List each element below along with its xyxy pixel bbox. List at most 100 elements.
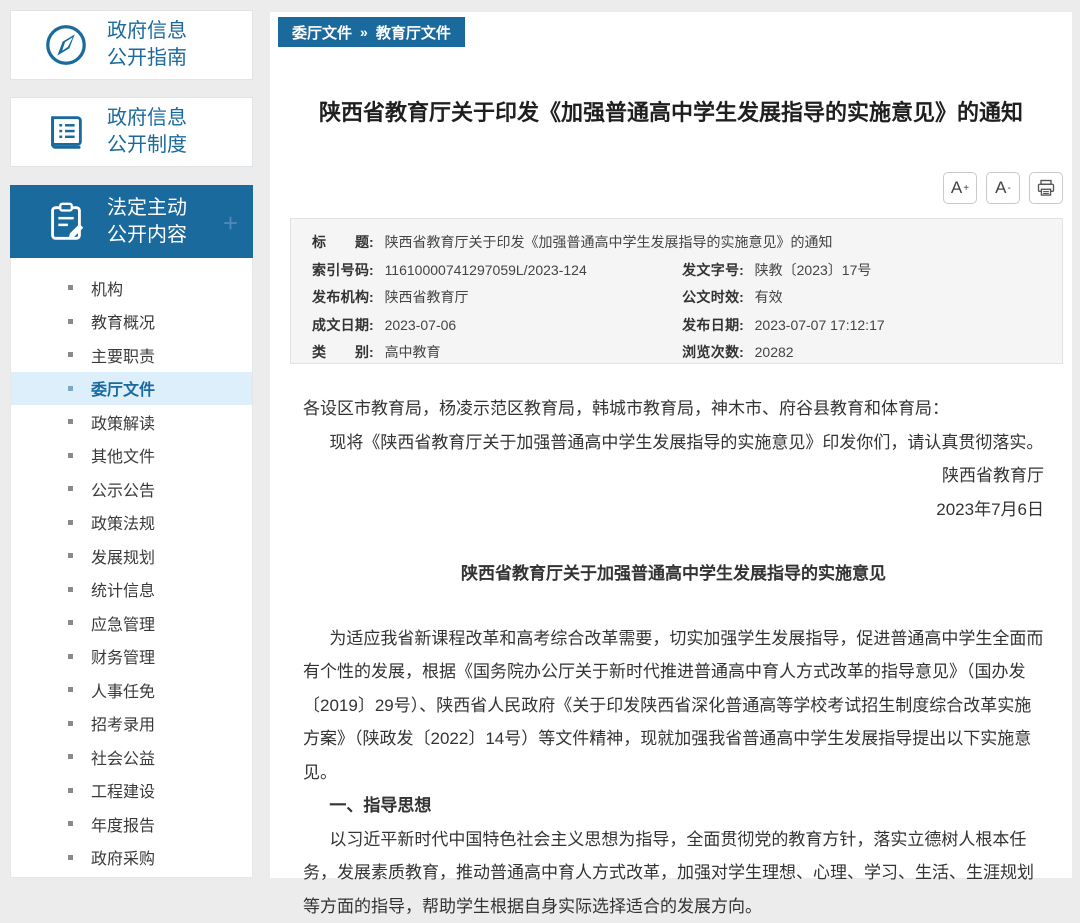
- sidebar-menu-item-label: 公示公告: [91, 477, 155, 501]
- square-bullet-icon: [68, 520, 73, 525]
- square-bullet-icon: [68, 620, 73, 625]
- print-button[interactable]: [1029, 172, 1063, 204]
- sidebar-menu-item[interactable]: 社会公益: [11, 740, 252, 774]
- sidebar-menu-item-label: 工程建设: [91, 778, 155, 802]
- sidebar-menu-item-label: 招考录用: [91, 711, 155, 735]
- sidebar-block-label-line2: 公开内容: [107, 224, 187, 246]
- sidebar-menu-item[interactable]: 发展规划: [11, 539, 252, 573]
- square-bullet-icon: [68, 453, 73, 458]
- meta-field-written-date: 成文日期: 2023-07-06: [291, 312, 661, 340]
- square-bullet-icon: [68, 285, 73, 290]
- meta-field-document-number: 发文字号: 陕教〔2023〕17号: [661, 257, 1062, 285]
- meta-field-publisher: 发布机构: 陕西省教育厅: [291, 284, 661, 312]
- section-1-heading: 一、指导思想: [303, 789, 1044, 823]
- square-bullet-icon: [68, 754, 73, 759]
- sidebar-menu-item[interactable]: 招考录用: [11, 707, 252, 741]
- meta-field-validity: 公文时效: 有效: [661, 284, 1062, 312]
- breadcrumb-separator: »: [360, 24, 368, 40]
- square-bullet-icon: [68, 654, 73, 659]
- meta-field-category: 类别: 高中教育: [291, 339, 661, 367]
- square-bullet-icon: [68, 821, 73, 826]
- meta-field-view-count: 浏览次数: 20282: [661, 339, 1062, 367]
- sidebar-block-gov-info-system[interactable]: 政府信息 公开制度: [10, 97, 253, 167]
- square-bullet-icon: [68, 352, 73, 357]
- sidebar-block-statutory-disclosure[interactable]: 法定主动 公开内容 +: [10, 185, 253, 258]
- sidebar-block-label-line1: 政府信息: [107, 20, 187, 42]
- sidebar-menu-item[interactable]: 机构: [11, 271, 252, 305]
- document-subtitle: 陕西省教育厅关于加强普通高中学生发展指导的实施意见: [303, 557, 1044, 591]
- meta-label: 标题: [312, 229, 369, 257]
- sidebar-menu-item-label: 主要职责: [91, 343, 155, 367]
- square-bullet-icon: [68, 319, 73, 324]
- intro-paragraph: 现将《陕西省教育厅关于加强普通高中学生发展指导的实施意见》印发你们，请认真贯彻落…: [303, 426, 1044, 460]
- sidebar-menu-item-label: 委厅文件: [91, 376, 155, 400]
- sidebar-menu-item[interactable]: 主要职责: [11, 338, 252, 372]
- sidebar-menu-item-label: 人事任免: [91, 678, 155, 702]
- sidebar-menu-item-label: 年度报告: [91, 812, 155, 836]
- body-paragraph-1: 为适应我省新课程改革和高考综合改革需要，切实加强学生发展指导，促进普通高中学生全…: [303, 622, 1044, 790]
- sidebar-menu-item-label: 社会公益: [91, 745, 155, 769]
- square-bullet-icon: [68, 419, 73, 424]
- sidebar-block-label-line2: 公开制度: [107, 134, 187, 156]
- font-increase-button[interactable]: A+: [943, 172, 977, 204]
- sidebar-menu-item[interactable]: 公示公告: [11, 472, 252, 506]
- clipboard-pencil-icon: [43, 199, 89, 245]
- breadcrumb: 委厅文件 » 教育厅文件: [278, 17, 465, 47]
- signer: 陕西省教育厅: [303, 459, 1044, 493]
- square-bullet-icon: [68, 855, 73, 860]
- salutation-paragraph: 各设区市教育局，杨凌示范区教育局，韩城市教育局，神木市、府谷县教育和体育局：: [303, 392, 1044, 426]
- sign-date: 2023年7月6日: [303, 493, 1044, 527]
- square-bullet-icon: [68, 721, 73, 726]
- sidebar-block-gov-info-guide[interactable]: 政府信息 公开指南: [10, 10, 253, 80]
- breadcrumb-current-link[interactable]: 教育厅文件: [376, 22, 451, 43]
- sidebar-menu-item[interactable]: 工程建设: [11, 774, 252, 808]
- breadcrumb-section-link[interactable]: 委厅文件: [292, 22, 352, 43]
- sidebar-menu-item-label: 其他文件: [91, 443, 155, 467]
- sidebar-menu-item[interactable]: 统计信息: [11, 573, 252, 607]
- sidebar-menu-item-label: 发展规划: [91, 544, 155, 568]
- document-metadata-box: 标题: 陕西省教育厅关于印发《加强普通高中学生发展指导的实施意见》的通知 索引号…: [290, 218, 1063, 364]
- sidebar-menu-item-label: 政策法规: [91, 510, 155, 534]
- sidebar-block-label-line1: 法定主动: [107, 197, 187, 219]
- sidebar-menu-item-label: 机构: [91, 276, 123, 300]
- section-1-text: 以习近平新时代中国特色社会主义思想为指导，全面贯彻党的教育方针，落实立德树人根本…: [303, 823, 1044, 923]
- square-bullet-icon: [68, 788, 73, 793]
- font-decrease-button[interactable]: A-: [986, 172, 1020, 204]
- sidebar-menu-item[interactable]: 政策法规: [11, 506, 252, 540]
- sidebar-menu-item-label: 应急管理: [91, 611, 155, 635]
- sidebar-menu-item-label: 政府采购: [91, 845, 155, 869]
- sidebar-block-label-line1: 政府信息: [107, 107, 187, 129]
- main-content-panel: 委厅文件 » 教育厅文件 陕西省教育厅关于印发《加强普通高中学生发展指导的实施意…: [270, 12, 1072, 878]
- sidebar-menu-item[interactable]: 财务管理: [11, 640, 252, 674]
- square-bullet-icon: [68, 587, 73, 592]
- meta-field-index-number: 索引号码: 11610000741297059L/2023-124: [291, 257, 661, 285]
- sidebar-menu-item[interactable]: 人事任免: [11, 673, 252, 707]
- page-title: 陕西省教育厅关于印发《加强普通高中学生发展指导的实施意见》的通知: [270, 98, 1072, 128]
- sidebar-menu-item-label: 统计信息: [91, 577, 155, 601]
- sidebar-menu-item[interactable]: 年度报告: [11, 807, 252, 841]
- sidebar-menu-item[interactable]: 政策解读: [11, 405, 252, 439]
- square-bullet-icon: [68, 553, 73, 558]
- meta-field-publish-date: 发布日期: 2023-07-07 17:12:17: [661, 312, 1062, 340]
- expand-plus-icon: +: [223, 208, 238, 239]
- sidebar-menu-item-label: 政策解读: [91, 410, 155, 434]
- sidebar-menu-item-label: 教育概况: [91, 309, 155, 333]
- meta-title-row: 标题: 陕西省教育厅关于印发《加强普通高中学生发展指导的实施意见》的通知: [291, 229, 1062, 257]
- square-bullet-icon: [68, 486, 73, 491]
- sidebar-menu-item[interactable]: 其他文件: [11, 439, 252, 473]
- printer-icon: [1036, 178, 1056, 198]
- sidebar-menu: 机构 教育概况 主要职责 委厅文件 政策解读 其他文件 公示公告 政策法规 发展…: [10, 258, 253, 878]
- sidebar-menu-item[interactable]: 政府采购: [11, 841, 252, 875]
- square-bullet-icon: [68, 687, 73, 692]
- sidebar-block-label-line2: 公开指南: [107, 47, 187, 69]
- sidebar-menu-item-label: 财务管理: [91, 644, 155, 668]
- square-bullet-icon: [68, 386, 73, 391]
- book-icon: [43, 109, 89, 155]
- article-body: 各设区市教育局，杨凌示范区教育局，韩城市教育局，神木市、府谷县教育和体育局： 现…: [303, 392, 1044, 923]
- sidebar-menu-item[interactable]: 应急管理: [11, 606, 252, 640]
- sidebar-menu-item[interactable]: 教育概况: [11, 305, 252, 339]
- sidebar-menu-item-active[interactable]: 委厅文件: [11, 372, 252, 406]
- font-toolbar: A+ A-: [943, 172, 1063, 204]
- meta-value-title: 陕西省教育厅关于印发《加强普通高中学生发展指导的实施意见》的通知: [385, 234, 833, 250]
- compass-icon: [43, 22, 89, 68]
